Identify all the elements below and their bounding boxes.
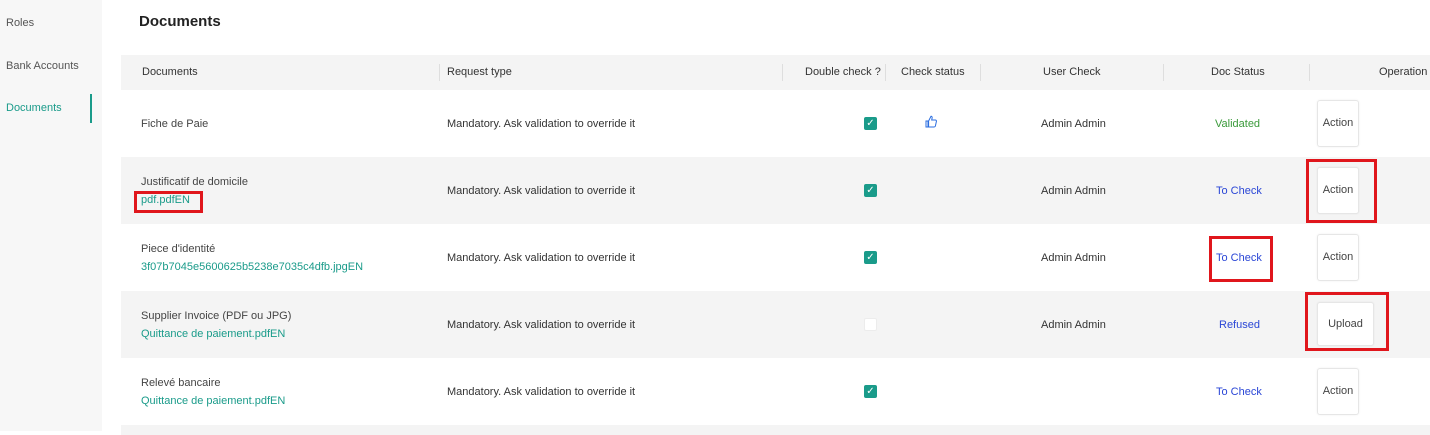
document-file-link[interactable]: pdf.pdfEN xyxy=(141,194,190,206)
document-name: Piece d'identité xyxy=(141,243,216,255)
document-name: Relevé bancaire xyxy=(141,377,221,389)
table-row xyxy=(121,425,1430,435)
doc-status: To Check xyxy=(1216,185,1262,197)
user-check: Admin Admin xyxy=(1041,118,1106,130)
upload-button[interactable]: Upload xyxy=(1317,302,1374,346)
user-check: Admin Admin xyxy=(1041,319,1106,331)
col-header-documents: Documents xyxy=(142,66,198,78)
document-file-link[interactable]: 3f07b7045e5600625b5238e7035c4dfb.jpgEN xyxy=(141,261,363,273)
table-row: Justificatif de domicile pdf.pdfEN Manda… xyxy=(121,157,1430,224)
document-name: Fiche de Paie xyxy=(141,118,209,130)
request-type: Mandatory. Ask validation to override it xyxy=(447,386,636,398)
thumbs-up-icon xyxy=(925,115,937,131)
doc-status: Refused xyxy=(1219,319,1260,331)
column-divider xyxy=(1309,64,1310,81)
document-name: Supplier Invoice (PDF ou JPG) xyxy=(141,310,292,322)
table-header: Documents Request type Double check ? Ch… xyxy=(121,55,1430,90)
active-indicator xyxy=(90,94,92,123)
col-header-check-status: Check status xyxy=(901,66,965,78)
double-check-checkbox[interactable]: ✓ xyxy=(864,184,877,197)
double-check-checkbox[interactable]: ✓ xyxy=(864,385,877,398)
col-header-request-type: Request type xyxy=(447,66,512,78)
documents-table: Documents Request type Double check ? Ch… xyxy=(121,55,1430,435)
double-check-checkbox[interactable]: ✓ xyxy=(864,251,877,264)
sidebar-item-roles[interactable]: Roles xyxy=(6,17,34,29)
column-divider xyxy=(1163,64,1164,81)
request-type: Mandatory. Ask validation to override it xyxy=(447,185,636,197)
table-row: Relevé bancaire Quittance de paiement.pd… xyxy=(121,358,1430,425)
col-header-double-check: Double check ? xyxy=(805,66,881,78)
doc-status: To Check xyxy=(1216,386,1262,398)
col-header-user-check: User Check xyxy=(1043,66,1101,78)
column-divider xyxy=(782,64,783,81)
sidebar: Roles Bank Accounts Documents xyxy=(0,0,102,431)
col-header-operation: Operation xyxy=(1379,66,1428,78)
doc-status: To Check xyxy=(1216,252,1262,264)
user-check: Admin Admin xyxy=(1041,252,1106,264)
request-type: Mandatory. Ask validation to override it xyxy=(447,252,636,264)
table-row: Piece d'identité 3f07b7045e5600625b5238e… xyxy=(121,224,1430,291)
action-button[interactable]: Action xyxy=(1317,167,1359,214)
page-title: Documents xyxy=(139,13,221,30)
double-check-checkbox[interactable]: ✓ xyxy=(864,117,877,130)
double-check-checkbox[interactable] xyxy=(864,318,877,331)
action-button[interactable]: Action xyxy=(1317,368,1359,415)
col-header-doc-status: Doc Status xyxy=(1211,66,1265,78)
doc-status: Validated xyxy=(1215,118,1261,130)
sidebar-item-documents[interactable]: Documents xyxy=(6,102,62,114)
document-file-link[interactable]: Quittance de paiement.pdfEN xyxy=(141,328,285,340)
column-divider xyxy=(980,64,981,81)
table-row: Supplier Invoice (PDF ou JPG) Quittance … xyxy=(121,291,1430,358)
document-name: Justificatif de domicile xyxy=(141,176,248,188)
action-button[interactable]: Action xyxy=(1317,100,1359,147)
user-check: Admin Admin xyxy=(1041,185,1106,197)
table-row: Fiche de Paie Mandatory. Ask validation … xyxy=(121,90,1430,157)
request-type: Mandatory. Ask validation to override it xyxy=(447,118,636,130)
action-button[interactable]: Action xyxy=(1317,234,1359,281)
column-divider xyxy=(439,64,440,81)
sidebar-item-bank-accounts[interactable]: Bank Accounts xyxy=(6,60,79,72)
request-type: Mandatory. Ask validation to override it xyxy=(447,319,636,331)
column-divider xyxy=(885,64,886,81)
document-file-link[interactable]: Quittance de paiement.pdfEN xyxy=(141,395,285,407)
